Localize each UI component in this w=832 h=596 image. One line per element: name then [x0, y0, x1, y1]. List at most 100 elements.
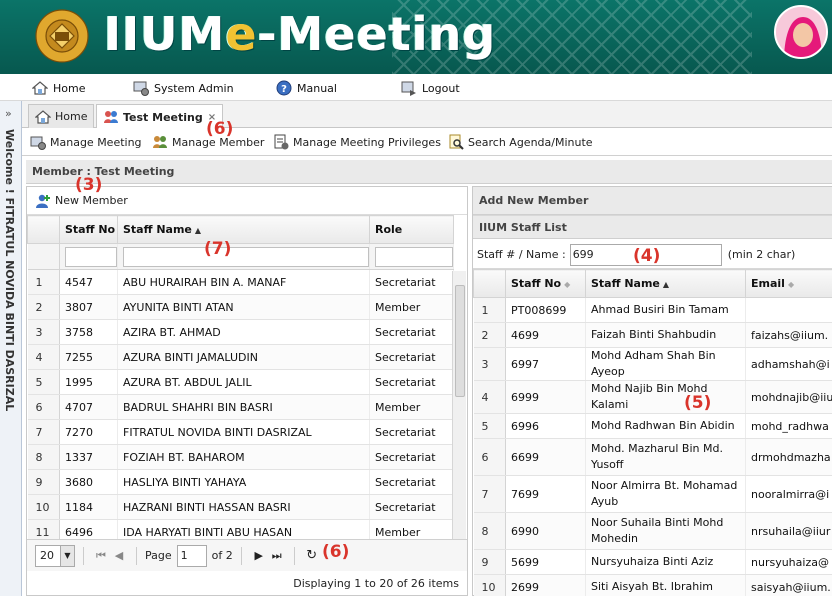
column-header-staff-no[interactable]: Staff No◆	[505, 269, 586, 298]
menu-manual[interactable]: ? Manual	[276, 79, 337, 97]
table-row[interactable]: 8 1337 FOZIAH BT. BAHAROM Secretariat	[27, 444, 454, 470]
staff-list-title: IIUM Staff List	[473, 215, 832, 239]
column-header-email[interactable]: Email ◆	[745, 269, 832, 298]
page-number-input[interactable]: 1	[176, 544, 207, 567]
staff-no-cell: 1337	[59, 444, 118, 470]
tab-home[interactable]: Home	[28, 104, 95, 128]
user-avatar[interactable]	[774, 5, 828, 59]
staff-no-cell: 3758	[59, 319, 118, 345]
menu-logout-label: Logout	[422, 81, 460, 95]
staff-no-cell: 2699	[505, 574, 586, 596]
staff-no-cell: 6999	[505, 380, 586, 414]
member-table-scrollbar[interactable]	[452, 271, 466, 539]
staff-name-cell: Noor Almirra Bt. Mohamad Ayub	[585, 475, 746, 513]
home-icon	[35, 109, 51, 124]
table-row[interactable]: 4 6999 Mohd Najib Bin Mohd Kalami mohdnajib…	[473, 380, 832, 414]
menu-home[interactable]: Home	[32, 79, 85, 97]
search-document-icon	[449, 134, 464, 150]
manage-meeting-button[interactable]: Manage Meeting	[30, 133, 142, 151]
role-cell: Secretariat	[369, 469, 454, 495]
expand-sidebar-icon[interactable]: »	[5, 107, 12, 120]
row-number: 3	[27, 319, 60, 345]
last-page-icon[interactable]: ⏭	[268, 549, 286, 563]
next-page-icon[interactable]: ▶	[250, 549, 268, 562]
table-row[interactable]: 8 6990 Noor Suhaila Binti Mohd Mohedin nrsu…	[473, 512, 832, 550]
first-page-icon[interactable]: ⏮	[92, 549, 110, 563]
page-size-select[interactable]: 20 ▼	[35, 544, 75, 567]
annotation-7: (7)	[204, 239, 232, 259]
manage-meeting-label: Manage Meeting	[50, 135, 142, 149]
table-row[interactable]: 6 4707 BADRUL SHAHRI BIN BASRI Member	[27, 394, 454, 420]
table-row[interactable]: 4 7255 AZURA BINTI JAMALUDIN Secretariat	[27, 344, 454, 370]
refresh-icon[interactable]: ↻	[303, 548, 321, 563]
email-cell: adhamshah@i	[745, 347, 832, 381]
table-row[interactable]: 5 6996 Mohd Radhwan Bin Abidin mohd_radhwa	[473, 413, 832, 439]
manage-member-icon	[153, 136, 167, 148]
table-row[interactable]: 5 1995 AZURA BT. ABDUL JALIL Secretariat	[27, 369, 454, 395]
row-number: 7	[473, 475, 506, 513]
table-row[interactable]: 7 7699 Noor Almirra Bt. Mohamad Ayub nooral…	[473, 475, 832, 513]
email-cell: faizahs@iium.	[745, 322, 832, 348]
page-label: Page	[145, 549, 172, 562]
tab-bar: Home Test Meeting ×	[22, 101, 832, 129]
table-row[interactable]: 2 4699 Faizah Binti Shahbudin faizahs@iium.	[473, 322, 832, 348]
staff-search-hint: (min 2 char)	[727, 248, 796, 261]
column-header-role[interactable]: Role	[369, 215, 454, 244]
table-row[interactable]: 9 5699 Nursyuhaiza Binti Aziz nursyuhaiza@	[473, 549, 832, 575]
sort-ascending-icon: ▲	[662, 280, 670, 289]
menu-system-admin[interactable]: System Admin	[133, 79, 234, 97]
staff-no-cell: PT008699	[505, 297, 586, 323]
sort-icon: ◆	[787, 280, 795, 289]
welcome-text: Welcome ! FITRATUL NOVIDA BINTI DASRIZAL	[3, 129, 16, 412]
staff-name-cell: ABU HURAIRAH BIN A. MANAF	[117, 269, 370, 295]
staff-name-cell: BADRUL SHAHRI BIN BASRI	[117, 394, 370, 420]
row-number: 8	[27, 444, 60, 470]
staff-name-cell: Noor Suhaila Binti Mohd Mohedin	[585, 512, 746, 550]
staff-no-cell: 4699	[505, 322, 586, 348]
search-agenda-label: Search Agenda/Minute	[468, 135, 593, 149]
email-cell: nursyuhaiza@	[745, 549, 832, 575]
table-row[interactable]: 1 4547 ABU HURAIRAH BIN A. MANAF Secretaria…	[27, 269, 454, 295]
iium-logo-icon	[35, 9, 89, 63]
menu-manual-label: Manual	[297, 81, 337, 95]
page-count-label: of 2	[211, 549, 233, 562]
app-header: IIUMe-Meeting	[0, 0, 832, 74]
column-header-staff-name[interactable]: Staff Name ▲	[585, 269, 746, 298]
filter-row	[27, 243, 454, 270]
filter-role-cell	[369, 243, 454, 270]
meeting-toolbar: Manage Meeting Manage Member Manage Meet…	[22, 128, 832, 156]
staff-no-cell: 6990	[505, 512, 586, 550]
staff-no-cell: 1184	[59, 494, 118, 520]
row-number: 7	[27, 419, 60, 445]
row-number: 9	[473, 549, 506, 575]
row-number: 10	[473, 574, 506, 596]
filter-staff-name-input[interactable]	[123, 246, 369, 267]
filter-staff-no-input[interactable]	[65, 246, 117, 267]
staff-no-cell: 7270	[59, 419, 118, 445]
menu-logout[interactable]: Logout	[401, 79, 460, 97]
filter-role-input[interactable]	[375, 246, 453, 267]
table-row[interactable]: 9 3680 HASLIYA BINTI YAHAYA Secretariat	[27, 469, 454, 495]
email-cell: drmohdmazha	[745, 438, 832, 476]
table-row[interactable]: 10 1184 HAZRANI BINTI HASSAN BASRI Secretar…	[27, 494, 454, 520]
email-cell	[745, 297, 832, 323]
previous-page-icon[interactable]: ◀	[110, 549, 128, 562]
row-number: 6	[473, 438, 506, 476]
table-row[interactable]: 1 PT008699 Ahmad Busiri Bin Tamam	[473, 297, 832, 323]
email-cell: mohd_radhwa	[745, 413, 832, 439]
manage-privileges-button[interactable]: Manage Meeting Privileges	[273, 133, 441, 151]
column-header-staff-no[interactable]: Staff No◆	[59, 215, 118, 244]
scrollbar-thumb[interactable]	[455, 285, 465, 397]
pager-separator	[136, 546, 137, 565]
table-row[interactable]: 7 7270 FITRATUL NOVIDA BINTI DASRIZAL Secre…	[27, 419, 454, 445]
table-row[interactable]: 10 2699 Siti Aisyah Bt. Ibrahim saisyah@iiu…	[473, 574, 832, 596]
table-row[interactable]: 3 3758 AZIRA BT. AHMAD Secretariat	[27, 319, 454, 345]
tab-test-meeting[interactable]: Test Meeting ×	[96, 104, 224, 129]
column-header-staff-name[interactable]: Staff Name ▲	[117, 215, 370, 244]
table-row[interactable]: 6 6699 Mohd. Mazharul Bin Md. Yusoff drmohd…	[473, 438, 832, 476]
chevron-down-icon: ▼	[60, 545, 74, 566]
search-agenda-button[interactable]: Search Agenda/Minute	[448, 133, 593, 151]
table-row[interactable]: 3 6997 Mohd Adham Shah Bin Ayeop adhamshah@…	[473, 347, 832, 381]
table-row[interactable]: 2 3807 AYUNITA BINTI ATAN Member	[27, 294, 454, 320]
new-member-label: New Member	[55, 194, 128, 207]
